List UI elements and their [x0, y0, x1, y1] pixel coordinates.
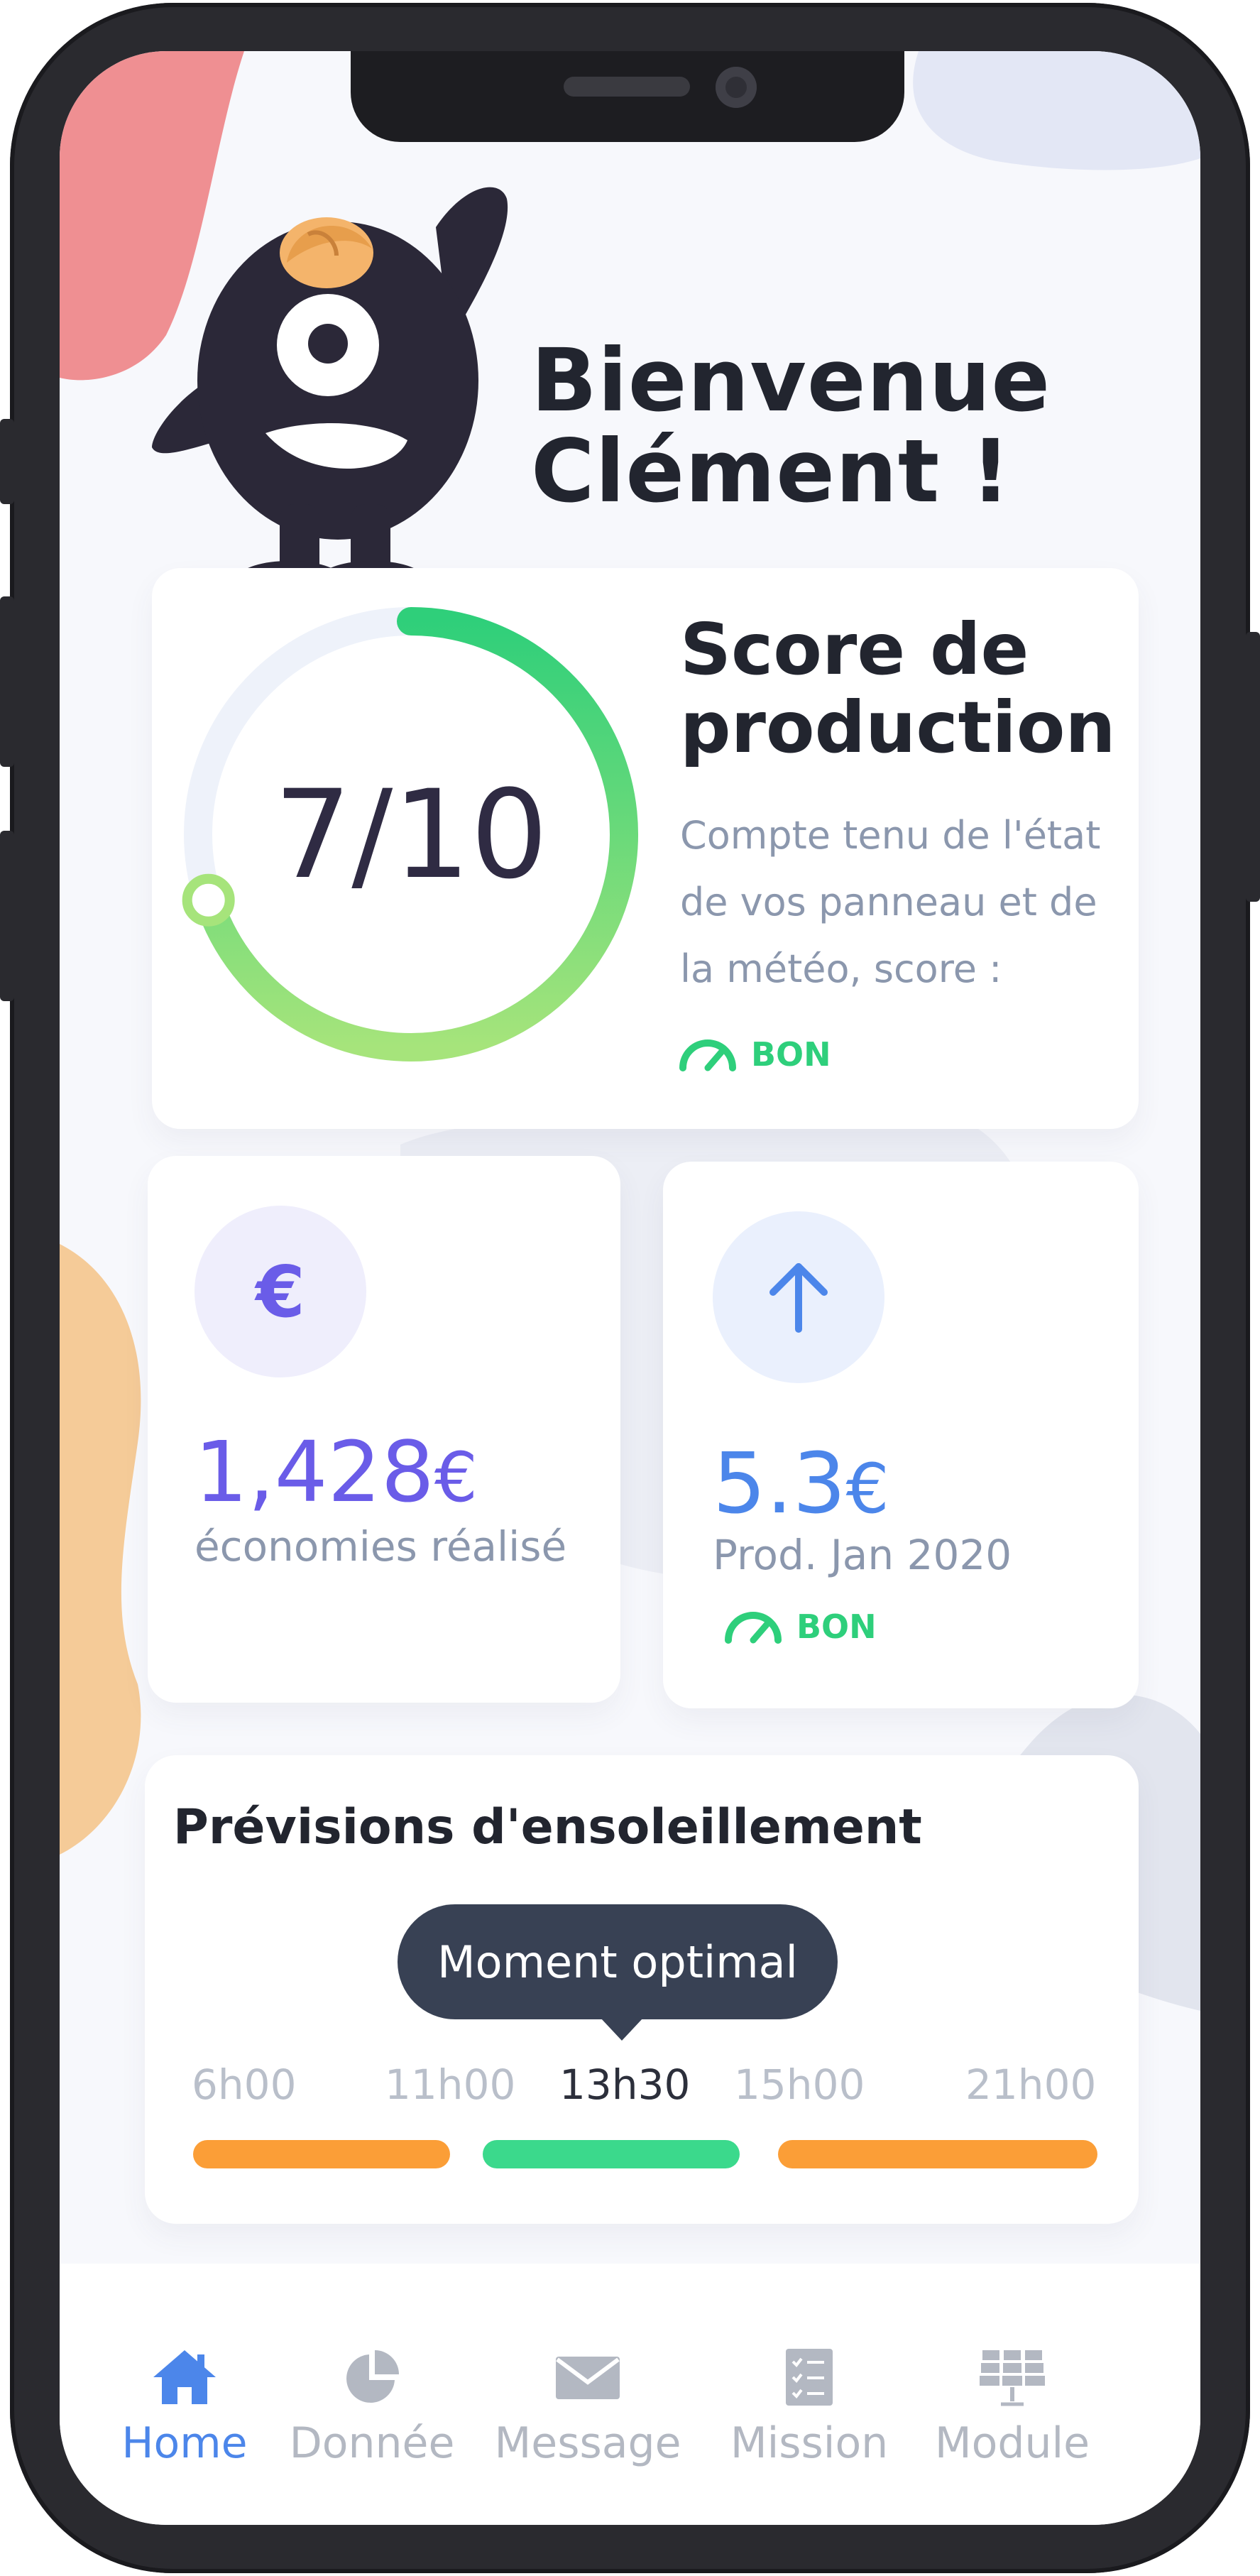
tab-donnee[interactable]: Donnée — [265, 2342, 478, 2468]
time-label-11h00: 11h00 — [385, 2061, 516, 2109]
tab-mission-label: Mission — [730, 2418, 889, 2468]
tab-module[interactable]: Module — [906, 2342, 1119, 2468]
savings-amount: 1,428€ — [195, 1423, 478, 1521]
speaker-grille — [564, 77, 690, 97]
production-status-label: BON — [796, 1608, 877, 1646]
forecast-bar-morning[interactable] — [193, 2140, 450, 2168]
score-value: 7/10 — [273, 763, 549, 906]
solar-panel-icon — [980, 2350, 1045, 2406]
savings-icon-circle: € — [195, 1206, 366, 1377]
arrow-up-icon — [769, 1263, 828, 1333]
savings-label: économies réalisé — [195, 1522, 567, 1571]
welcome-line-2: Clément ! — [531, 421, 1012, 522]
optimal-moment-tooltip: Moment optimal — [398, 1904, 838, 2041]
production-status-badge: BON — [723, 1608, 877, 1646]
orange-background-blob — [60, 1244, 141, 1855]
score-desc-line-3: la météo, score : — [680, 946, 1002, 991]
speedometer-icon — [725, 1612, 782, 1644]
sunshine-forecast-card[interactable]: Prévisions d'ensoleillement Moment optim… — [145, 1755, 1139, 2224]
production-card[interactable]: 5.3€ Prod. Jan 2020 BON — [663, 1162, 1139, 1708]
euro-icon: € — [256, 1250, 305, 1333]
tab-mission[interactable]: Mission — [703, 2342, 916, 2468]
savings-currency: € — [434, 1438, 478, 1517]
score-description: Compte tenu de l'état de vos panneau et … — [680, 802, 1134, 1003]
welcome-heading: Bienvenue Clément ! — [531, 335, 1113, 517]
power-button — [1246, 632, 1260, 902]
notch — [351, 51, 904, 142]
time-label-21h00: 21h00 — [965, 2061, 1097, 2109]
forecast-title: Prévisions d'ensoleillement — [173, 1799, 922, 1855]
mascot-illustration — [152, 187, 508, 589]
score-title-line-2: production — [680, 686, 1116, 769]
tab-message-label: Message — [494, 2418, 681, 2468]
production-amount-value: 5.3 — [713, 1434, 846, 1532]
blue-background-blob — [913, 51, 1200, 170]
score-title-line-1: Score de — [680, 608, 1029, 691]
tab-donnee-label: Donnée — [289, 2418, 455, 2468]
savings-amount-value: 1,428 — [195, 1423, 434, 1521]
production-amount: 5.3€ — [713, 1434, 889, 1532]
home-icon — [153, 2350, 216, 2404]
tab-home-label: Home — [121, 2418, 248, 2468]
production-score-card[interactable]: 7/10 Score de production Compte tenu de … — [152, 568, 1139, 1129]
score-desc-line-1: Compte tenu de l'état — [680, 813, 1101, 858]
bottom-tab-bar: Home Donnée Message Mission Module — [60, 2264, 1200, 2525]
forecast-bar-optimal[interactable] — [483, 2140, 740, 2168]
tab-home[interactable]: Home — [78, 2342, 291, 2468]
production-icon-circle — [713, 1211, 884, 1383]
checklist-icon — [786, 2349, 833, 2406]
score-title: Score de production — [680, 611, 1134, 767]
speedometer-icon — [679, 1039, 736, 1071]
pie-chart-icon — [346, 2350, 399, 2403]
score-status-label: BON — [751, 1035, 831, 1074]
score-status-badge: BON — [677, 1035, 831, 1074]
score-desc-line-2: de vos panneau et de — [680, 880, 1097, 924]
front-camera — [716, 67, 757, 108]
envelope-icon — [556, 2357, 620, 2399]
welcome-line-1: Bienvenue — [531, 330, 1051, 431]
app-screen: Bienvenue Clément ! 7/10 Score de produc… — [60, 51, 1200, 2525]
production-currency: € — [845, 1449, 889, 1529]
time-label-15h00: 15h00 — [734, 2061, 865, 2109]
tab-message[interactable]: Message — [481, 2342, 694, 2468]
time-label-6h00: 6h00 — [192, 2061, 297, 2109]
forecast-bar-evening[interactable] — [778, 2140, 1097, 2168]
volume-up-button — [0, 596, 14, 767]
volume-down-button — [0, 831, 14, 1001]
time-label-13h30: 13h30 — [559, 2061, 691, 2109]
tab-module-label: Module — [934, 2418, 1090, 2468]
production-label: Prod. Jan 2020 — [713, 1531, 1012, 1579]
silent-switch — [0, 419, 14, 504]
savings-card[interactable]: € 1,428€ économies réalisé — [148, 1156, 620, 1703]
